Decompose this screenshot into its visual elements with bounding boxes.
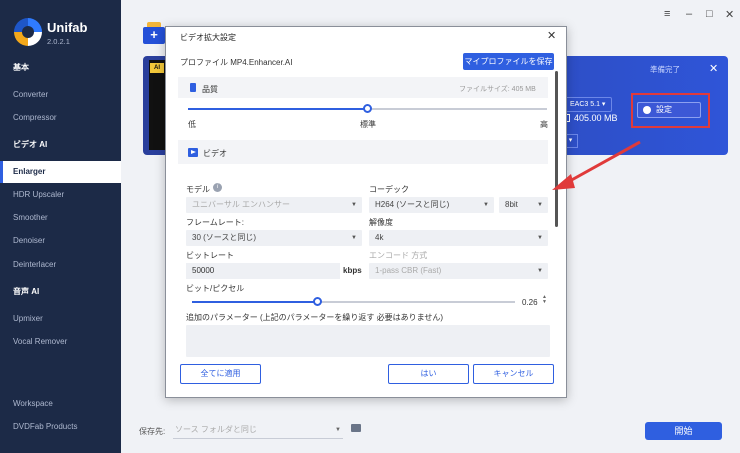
chevron-down-icon: ▼ [537,235,543,241]
chevron-down-icon: ▼ [537,202,543,208]
bits-per-pixel-slider-knob[interactable] [312,297,322,306]
encode-method-value: 1-pass CBR (Fast) [375,266,442,275]
bits-per-pixel-value: 0.26 [522,298,538,307]
add-source-button[interactable]: + [143,27,165,44]
cancel-button[interactable]: キャンセル [473,364,554,384]
dialog-title: ビデオ拡大設定 [180,33,236,42]
apply-to-all-button[interactable]: 全てに適用 [180,364,261,384]
chevron-down-icon: ▼ [351,202,357,208]
audio-track-label: EAC3 5.1 [570,101,600,108]
video-icon [188,148,198,157]
video-enlarger-settings-dialog: ビデオ拡大設定 ✕ プロファイル MP4.Enhancer.AI マイプロファイ… [165,26,567,398]
sidebar-item-workspace[interactable]: Workspace [0,393,121,415]
sidebar-item-converter[interactable]: Converter [0,84,121,106]
unifab-logo [14,18,42,46]
output-size: 405.00 MB [574,113,618,123]
bitrate-unit: kbps [343,266,362,275]
minimize-icon[interactable]: – [686,8,692,20]
quality-standard-label: 標準 [360,120,376,129]
sidebar-item-vocal-remover[interactable]: Vocal Remover [0,331,121,353]
file-size-label: ファイルサイズ: 405 MB [459,86,536,93]
ok-button[interactable]: はい [388,364,469,384]
save-my-profile-button[interactable]: マイプロファイルを保存 [463,53,554,70]
profile-label: プロファイル MP4.Enhancer.AI [180,58,293,67]
bits-per-pixel-slider[interactable] [192,301,515,303]
sidebar-item-upmixer[interactable]: Upmixer [0,308,121,330]
bit-depth-value: 8bit [505,200,518,209]
bit-depth-select[interactable]: 8bit ▼ [499,197,548,213]
quality-label: 品質 [202,85,218,94]
ai-badge: AI [150,63,164,73]
bits-per-pixel-label: ビット/ピクセル [186,284,245,293]
codec-select[interactable]: H264 (ソースと同じ) ▼ [369,197,494,213]
sidebar: Unifab 2.0.2.1 基本 Converter Compressor ビ… [0,0,121,453]
sidebar-section-audio-ai: 音声 AI [13,287,40,296]
quality-icon [190,83,196,92]
bits-per-pixel-stepper[interactable]: ▲ ▼ [542,295,547,305]
sidebar-item-enlarger[interactable]: Enlarger [0,161,121,183]
chevron-down-icon: ▼ [351,235,357,241]
app-version: 2.0.2.1 [47,37,70,46]
task-close-icon[interactable]: ✕ [709,62,718,75]
sidebar-section-basic: 基本 [13,63,29,72]
browse-folder-icon[interactable] [351,424,361,432]
destination-label: 保存先: [139,427,166,436]
framerate-value: 30 (ソースと同じ) [192,233,257,242]
menu-icon[interactable]: ≡ [664,8,670,20]
settings-icon [643,106,651,114]
video-section-header [178,140,548,164]
bitrate-input[interactable]: 50000 [186,263,340,279]
encode-method-select[interactable]: 1-pass CBR (Fast) ▼ [369,263,548,279]
codec-label: コーデック [369,185,409,194]
task-status: 準備完了 [650,65,680,74]
sidebar-item-smoother[interactable]: Smoother [0,207,121,229]
video-label: ビデオ [203,149,227,158]
sidebar-item-dvdfab-products[interactable]: DVDFab Products [0,416,121,438]
sidebar-section-video-ai: ビデオ AI [13,140,48,149]
maximize-icon[interactable]: □ [706,8,713,20]
dialog-scrollbar[interactable] [555,71,558,227]
bits-per-pixel-slider-fill [192,301,318,303]
audio-track-select[interactable]: EAC3 5.1 ▾ [564,97,612,112]
sidebar-item-deinterlacer[interactable]: Deinterlacer [0,254,121,276]
model-value: ユニバーサル エンハンサー [192,200,291,209]
close-window-icon[interactable]: ✕ [725,8,734,21]
model-select[interactable]: ユニバーサル エンハンサー ▼ [186,197,362,213]
destination-select[interactable]: ソース フォルダと同じ ▼ [173,422,343,439]
dialog-close-icon[interactable]: ✕ [547,29,556,42]
encode-method-label: エンコード 方式 [369,251,428,260]
chevron-down-icon: ▼ [537,268,543,274]
start-button[interactable]: 開始 [645,422,722,440]
quality-slider-knob[interactable] [362,104,372,113]
quality-slider-fill [188,108,368,110]
sidebar-item-hdr-upscaler[interactable]: HDR Upscaler [0,184,121,206]
chevron-down-icon: ▼ [483,202,489,208]
bitrate-label: ビットレート [186,251,234,260]
sidebar-item-compressor[interactable]: Compressor [0,107,121,129]
app-name: Unifab [47,20,88,35]
framerate-label: フレームレート: [186,218,244,227]
quality-low-label: 低 [188,120,196,129]
codec-value: H264 (ソースと同じ) [375,200,450,209]
resolution-value: 4k [375,233,384,242]
info-icon[interactable]: i [213,183,222,192]
resolution-label: 解像度 [369,218,393,227]
extra-params-textarea[interactable] [186,325,550,357]
resolution-select[interactable]: 4k ▼ [369,230,548,246]
extra-params-label: 追加のパラメーター (上記のパラメーターを繰り返す 必要はありません) [186,313,444,322]
framerate-select[interactable]: 30 (ソースと同じ) ▼ [186,230,362,246]
model-label: モデル [186,185,210,194]
destination-value: ソース フォルダと同じ [175,425,257,434]
chevron-down-icon: ▼ [335,427,341,433]
quality-high-label: 高 [540,120,548,129]
sidebar-item-denoiser[interactable]: Denoiser [0,230,121,252]
